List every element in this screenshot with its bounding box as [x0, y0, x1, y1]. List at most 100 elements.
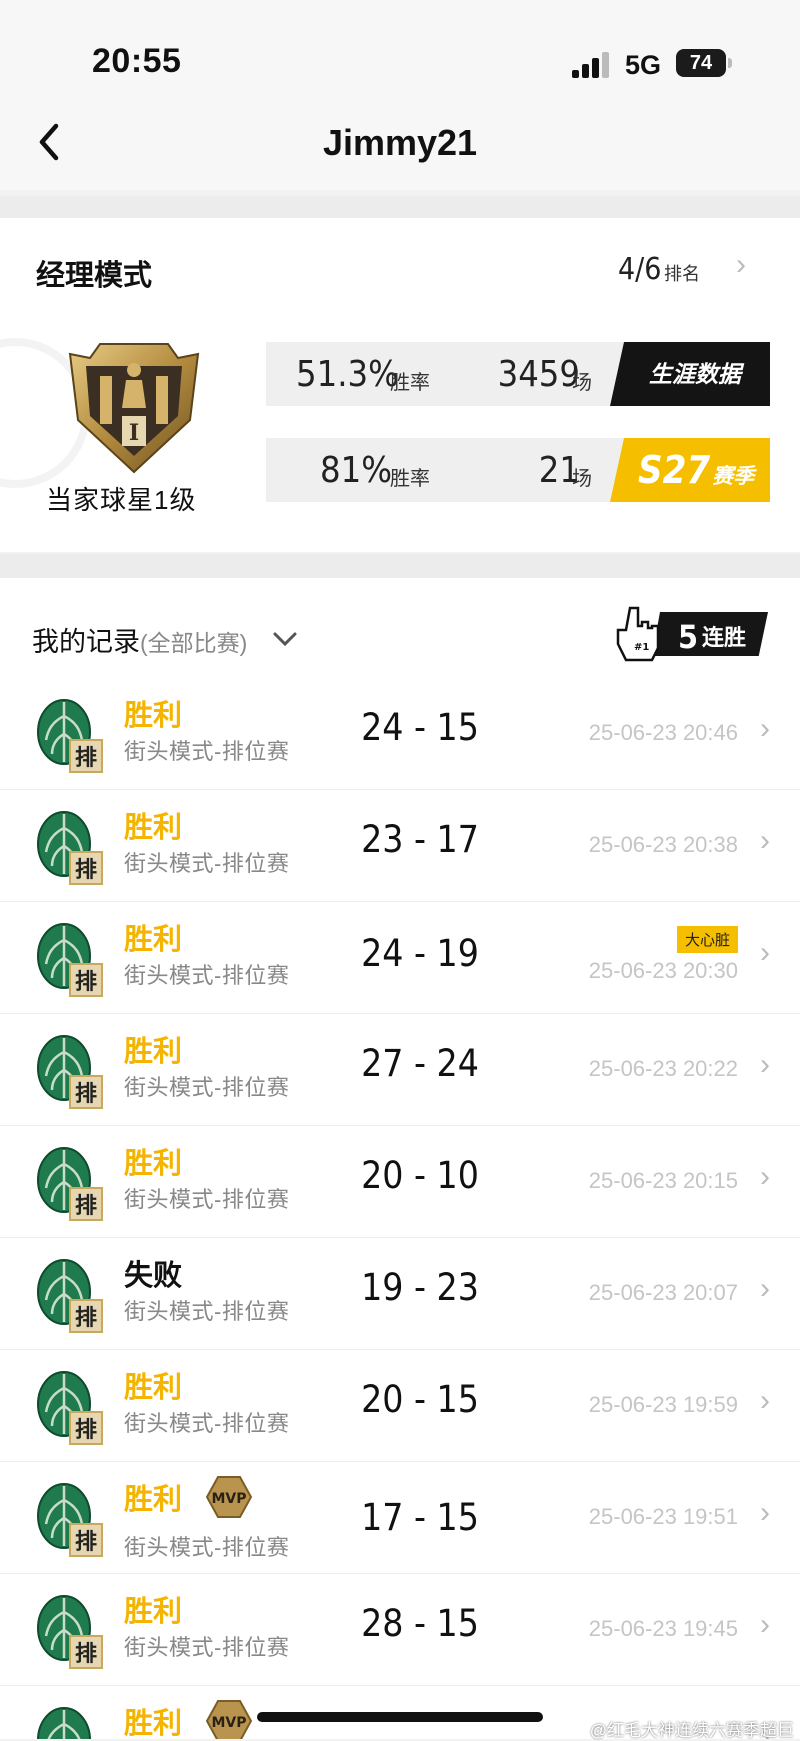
watermark-credit: @红毛大神连续六赛季超巨: [589, 1721, 794, 1740]
network-type: 5G: [625, 50, 662, 80]
season-stats-row[interactable]: 81% 胜率 21 场 S27赛季: [266, 438, 770, 502]
record-mode: 街头模式-排位赛: [124, 1535, 290, 1560]
record-mode: 街头模式-排位赛: [124, 1187, 290, 1212]
career-win-rate-label: 胜率: [390, 372, 430, 394]
records-filter[interactable]: (全部比赛): [140, 630, 247, 656]
record-date: 25-06-23 19:45: [588, 1616, 738, 1641]
record-row[interactable]: 排 胜利 街头模式-排位赛 27 - 24 25-06-23 20:22 ›: [0, 1014, 800, 1126]
career-games: 3459: [497, 354, 580, 395]
streak-count: 5: [678, 618, 699, 656]
record-score: 23 - 17: [361, 818, 479, 861]
chevron-right-icon[interactable]: ›: [760, 936, 770, 970]
chevron-right-icon[interactable]: ›: [760, 1160, 770, 1194]
signal-icon: [572, 52, 609, 78]
chevron-right-icon[interactable]: ›: [760, 1496, 770, 1530]
leaf-rank-icon: 排: [37, 1035, 103, 1109]
record-row[interactable]: 排 胜利 街头模式-排位赛 20 - 15 25-06-23 19:59 ›: [0, 1350, 800, 1462]
season-games-label: 场: [572, 468, 592, 490]
leaf-rank-icon: 排: [37, 1595, 103, 1669]
svg-text:排: 排: [75, 1082, 97, 1107]
season-games: 21: [538, 450, 580, 491]
record-result: 胜利: [124, 1372, 183, 1404]
record-result: 胜利: [124, 1036, 183, 1068]
mvp-badge-icon: MVP: [206, 1476, 252, 1518]
record-date: 25-06-23 20:30: [588, 958, 738, 983]
records-section: 我的记录(全部比赛) #1 5 连胜 排 胜利 街头模式-排位赛 24 - 15 …: [0, 578, 800, 1739]
leaf-rank-icon: 排: [37, 699, 103, 773]
win-streak-badge: #1 5 连胜: [612, 606, 768, 662]
career-win-rate: 51.3%: [296, 354, 399, 395]
record-score: 24 - 15: [361, 706, 479, 749]
record-score: 28 - 15: [361, 1602, 479, 1645]
battery-icon: 74: [676, 49, 732, 77]
leaf-rank-icon: 排: [37, 1259, 103, 1333]
page-title: Jimmy21: [322, 122, 478, 163]
status-time: 20:55: [92, 42, 182, 80]
chevron-right-icon[interactable]: ›: [760, 1608, 770, 1642]
record-row[interactable]: 排 胜利 街头模式-排位赛 23 - 17 25-06-23 20:38 ›: [0, 790, 800, 902]
mvp-badge-icon: MVP: [206, 1700, 252, 1739]
rank-value[interactable]: 4/6: [618, 252, 661, 287]
svg-text:排: 排: [75, 1306, 97, 1331]
leaf-rank-icon: 排: [37, 1483, 103, 1557]
record-mode: 街头模式-排位赛: [124, 1299, 290, 1324]
records-title-text: 我的记录: [32, 627, 140, 657]
record-row[interactable]: 排 胜利 街头模式-排位赛 28 - 15 25-06-23 19:45 ›: [0, 1574, 800, 1686]
clutch-tag: 大心脏: [676, 926, 738, 953]
chevron-right-icon[interactable]: ›: [760, 712, 770, 746]
svg-text:排: 排: [75, 1418, 97, 1443]
record-result: 胜利: [124, 924, 183, 956]
record-mode: 街头模式-排位赛: [124, 1411, 290, 1436]
record-result: 胜利: [124, 700, 183, 732]
record-date: 25-06-23 20:15: [588, 1168, 738, 1193]
chevron-right-icon[interactable]: ›: [760, 824, 770, 858]
record-date: 25-06-23 20:38: [588, 832, 738, 857]
foam-finger-icon: #1: [616, 606, 660, 662]
career-stats-row[interactable]: 51.3% 胜率 3459 场 生涯数据: [266, 342, 770, 406]
record-row[interactable]: 排 胜利 街头模式-排位赛 17 - 15 25-06-23 19:51 › M…: [0, 1462, 800, 1574]
leaf-rank-icon: 排: [37, 1371, 103, 1445]
record-date: 25-06-23 19:51: [588, 1504, 738, 1529]
record-score: 17 - 15: [361, 1496, 479, 1539]
record-score: 27 - 24: [361, 1042, 479, 1085]
svg-text:排: 排: [75, 858, 97, 883]
chevron-right-icon[interactable]: ›: [736, 248, 746, 282]
svg-text:排: 排: [75, 970, 97, 995]
record-result: 胜利: [124, 812, 183, 844]
leaf-rank-icon: 排: [37, 1147, 103, 1221]
record-row[interactable]: 排 胜利 街头模式-排位赛 24 - 19 25-06-23 20:30 › 大心…: [0, 902, 800, 1014]
svg-text:排: 排: [75, 1194, 97, 1219]
record-result: 失败: [124, 1260, 183, 1292]
record-row[interactable]: 排 胜利 街头模式-排位赛 24 - 15 25-06-23 20:46 ›: [0, 678, 800, 790]
record-result: 胜利: [124, 1148, 183, 1180]
streak-label: 连胜: [702, 625, 747, 650]
season-win-rate-label: 胜率: [390, 468, 430, 490]
nav-bar: Jimmy21: [0, 100, 800, 190]
record-score: 24 - 19: [361, 932, 479, 975]
leaf-rank-icon: 排: [37, 923, 103, 997]
season-tag[interactable]: S27赛季: [610, 438, 770, 502]
record-date: 25-06-23 20:46: [588, 720, 738, 745]
record-row[interactable]: 排 胜利 街头模式-排位赛 20 - 10 25-06-23 20:15 ›: [0, 1126, 800, 1238]
record-date: 25-06-23 20:22: [588, 1056, 738, 1081]
season-tag-label: 赛季: [712, 465, 755, 488]
record-date: 25-06-23 19:59: [588, 1392, 738, 1417]
svg-text:MVP: MVP: [211, 1491, 246, 1507]
star-player-badge-icon: I: [68, 343, 200, 474]
chevron-right-icon[interactable]: ›: [760, 1272, 770, 1306]
status-bar: 20:55 5G 74: [0, 0, 800, 100]
chevron-down-icon[interactable]: [272, 630, 298, 648]
record-date: 25-06-23 20:07: [588, 1280, 738, 1305]
chevron-right-icon[interactable]: ›: [760, 1384, 770, 1418]
record-row[interactable]: 排 失败 街头模式-排位赛 19 - 23 25-06-23 20:07 ›: [0, 1238, 800, 1350]
record-mode: 街头模式-排位赛: [124, 1075, 290, 1100]
record-result: 胜利: [124, 1596, 183, 1628]
svg-text:排: 排: [75, 746, 97, 771]
streak-text: 5 连胜: [678, 618, 746, 656]
career-games-label: 场: [572, 372, 592, 394]
chevron-right-icon[interactable]: ›: [760, 1048, 770, 1082]
records-title[interactable]: 我的记录(全部比赛): [32, 620, 247, 659]
career-data-tag[interactable]: 生涯数据: [610, 342, 770, 406]
season-tag-number: S27: [638, 448, 711, 492]
rank-label[interactable]: 排名: [664, 260, 700, 286]
